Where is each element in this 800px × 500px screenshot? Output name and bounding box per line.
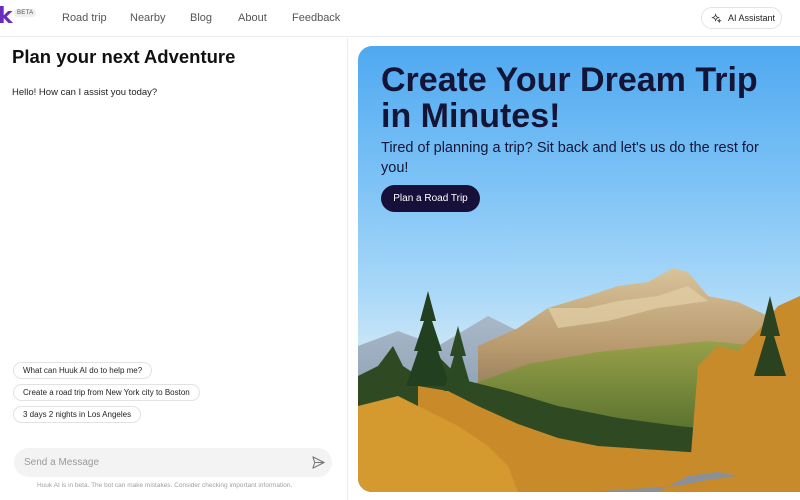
suggestion-chip[interactable]: 3 days 2 nights in Los Angeles [13,406,142,423]
ai-assistant-label: AI Assistant [728,13,776,23]
chat-panel: Plan your next Adventure Hello! How can … [0,38,348,500]
ai-assistant-button[interactable]: AI Assistant [701,7,782,29]
logo[interactable]: k [0,4,13,30]
plan-road-trip-button[interactable]: Plan a Road Trip [381,185,480,212]
sparkle-icon [711,12,722,23]
nav-blog[interactable]: Blog [190,12,212,24]
message-composer [14,448,332,477]
nav-feedback[interactable]: Feedback [292,12,340,24]
nav-about[interactable]: About [238,12,267,24]
hero-banner: Create Your Dream Trip in Minutes! Tired… [358,46,800,492]
message-input[interactable] [24,448,304,477]
top-header: k BETA Road trip Nearby Blog About Feedb… [0,0,800,37]
nav-nearby[interactable]: Nearby [130,12,165,24]
assistant-greeting: Hello! How can I assist you today? [12,87,158,98]
page-title: Plan your next Adventure [12,46,236,67]
nav-road-trip[interactable]: Road trip [62,12,107,24]
beta-badge: BETA [14,9,37,17]
beta-disclaimer: Huuk AI is in beta. The bot can make mis… [37,482,293,489]
suggestion-chip[interactable]: Create a road trip from New York city to… [13,384,200,401]
send-icon[interactable] [311,455,326,470]
hero-subtitle: Tired of planning a trip? Sit back and l… [381,140,759,176]
hero-title: Create Your Dream Trip in Minutes! [381,61,758,135]
suggestion-chip[interactable]: What can Huuk AI do to help me? [13,362,153,379]
